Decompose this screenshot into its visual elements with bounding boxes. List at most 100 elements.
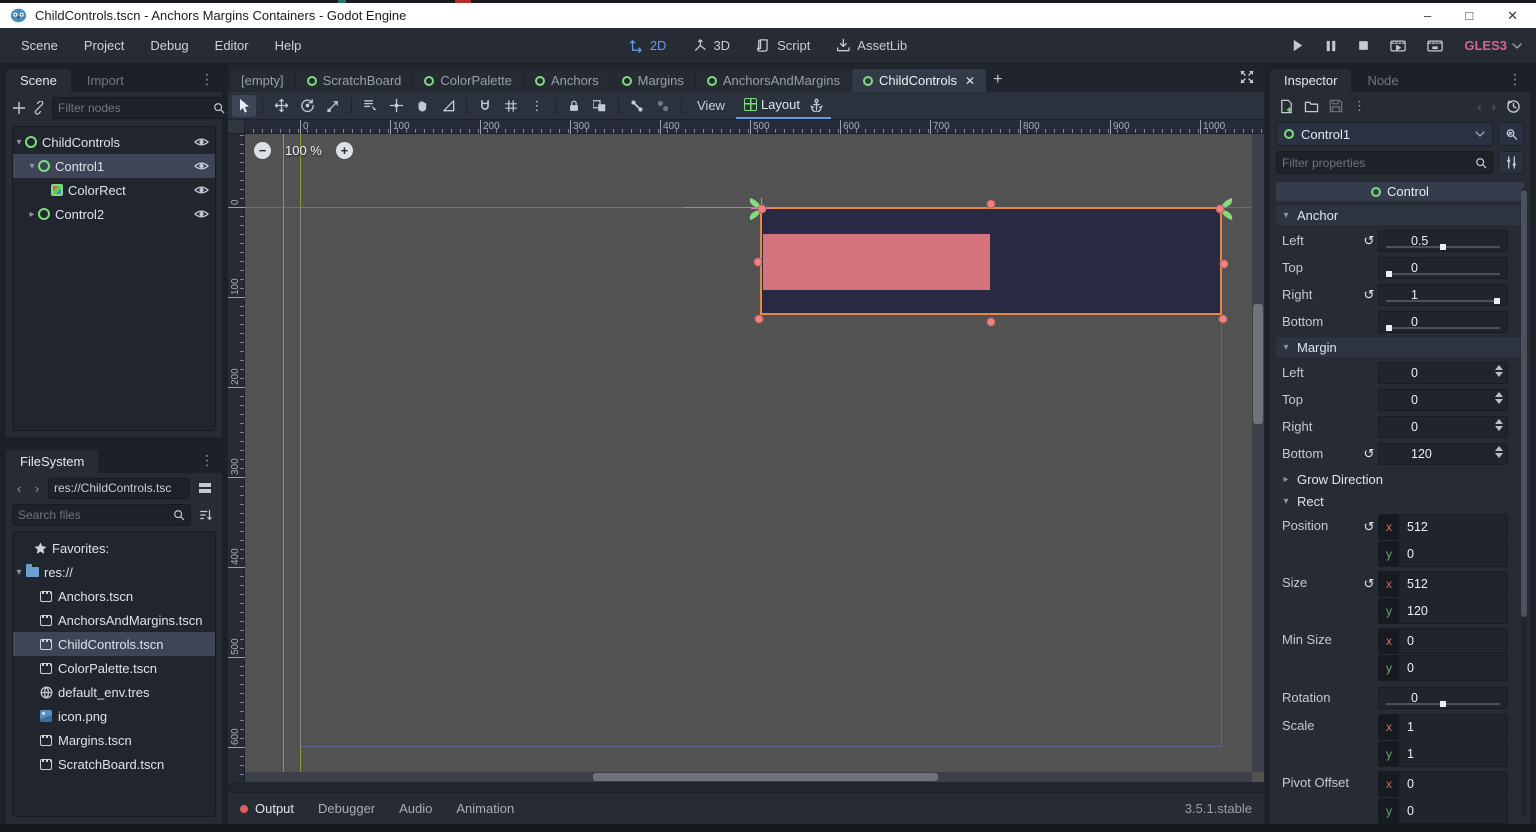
position-y-field[interactable]: y 0	[1378, 541, 1508, 567]
chevron-down-icon[interactable]: ▾	[26, 161, 38, 172]
inspector-scrollbar[interactable]	[1521, 188, 1527, 816]
fs-root-row[interactable]: ▾ res://	[13, 560, 215, 584]
play-icon[interactable]	[1291, 39, 1304, 52]
animation-button[interactable]: Animation	[456, 801, 514, 816]
play-scene-icon[interactable]	[1390, 39, 1407, 53]
menu-help[interactable]: Help	[262, 28, 315, 63]
scene-tab-anchorsandmargins[interactable]: AnchorsAndMargins	[695, 69, 851, 92]
smart-snap-button[interactable]	[473, 95, 497, 117]
spinner[interactable]	[1495, 364, 1503, 377]
layout-menu-button[interactable]: Layout	[735, 93, 831, 119]
section-margin[interactable]: ▾ Margin	[1276, 337, 1524, 357]
stop-icon[interactable]	[1358, 40, 1369, 51]
scene-tab-colorpalette[interactable]: ColorPalette	[413, 69, 523, 92]
section-grow-direction[interactable]: ▸ Grow Direction	[1276, 469, 1524, 489]
spinner[interactable]	[1495, 418, 1503, 431]
instance-scene-button[interactable]	[32, 97, 46, 119]
history-forward-icon[interactable]: ›	[1492, 99, 1496, 114]
position-x-field[interactable]: x 512	[1378, 514, 1508, 540]
ruler-tool-button[interactable]	[436, 95, 460, 117]
slider[interactable]	[1386, 700, 1500, 707]
tab-node[interactable]: Node	[1353, 69, 1412, 92]
history-icon[interactable]	[1506, 99, 1521, 114]
skeleton-options-button[interactable]	[625, 95, 649, 117]
save-resource-icon[interactable]	[1329, 99, 1343, 113]
play-custom-scene-icon[interactable]	[1427, 39, 1444, 53]
resize-handle-bottom[interactable]	[986, 317, 996, 327]
snap-options-button[interactable]: ⋮	[525, 95, 549, 117]
2d-viewport[interactable]: 0 100 200 300 400 500 600 700 800 900 10…	[228, 120, 1264, 792]
scene-tab-childcontrols[interactable]: ChildControls ✕	[851, 69, 987, 92]
margin-bottom-field[interactable]: 120	[1378, 442, 1508, 465]
pivot-offset-y-field[interactable]: y 0	[1378, 798, 1508, 824]
dock-menu-icon[interactable]: ⋮	[1508, 71, 1530, 92]
rotation-field[interactable]: 0	[1378, 686, 1508, 709]
canvas-vscrollbar[interactable]	[1252, 134, 1264, 772]
minimize-icon[interactable]: –	[1424, 8, 1431, 24]
maximize-icon[interactable]: □	[1465, 8, 1473, 24]
visibility-icon[interactable]	[191, 184, 211, 196]
min-size-y-field[interactable]: y 0	[1378, 655, 1508, 681]
pivot-tool-button[interactable]	[384, 95, 408, 117]
anchor-bottom-field[interactable]: 0	[1378, 310, 1508, 333]
fs-split-mode-icon[interactable]	[194, 477, 216, 499]
scrollbar-thumb[interactable]	[1521, 190, 1527, 618]
menu-scene[interactable]: Scene	[8, 28, 71, 63]
resize-handle-tr[interactable]	[1215, 204, 1225, 214]
margin-right-field[interactable]: 0	[1378, 415, 1508, 438]
colorrect-node-rect[interactable]	[763, 234, 990, 290]
fs-file-row[interactable]: icon.png	[13, 704, 215, 728]
view-menu-button[interactable]: View	[688, 93, 734, 119]
rotate-tool-button[interactable]	[295, 95, 319, 117]
move-tool-button[interactable]	[269, 95, 293, 117]
visibility-icon[interactable]	[191, 136, 211, 148]
scrollbar-thumb[interactable]	[593, 773, 938, 781]
dock-menu-icon[interactable]: ⋮	[200, 71, 222, 92]
canvas-hscrollbar[interactable]	[245, 772, 1252, 782]
tree-row-colorrect[interactable]: ColorRect	[13, 178, 215, 202]
fs-file-row[interactable]: ColorPalette.tscn	[13, 656, 215, 680]
fs-back-icon[interactable]: ‹	[12, 481, 26, 496]
select-tool-button[interactable]	[232, 94, 256, 117]
anchor-right-field[interactable]: 1	[1378, 283, 1508, 306]
menu-editor[interactable]: Editor	[202, 28, 262, 63]
pan-tool-button[interactable]	[410, 95, 434, 117]
scale-y-field[interactable]: y 1	[1378, 741, 1508, 767]
list-select-tool-button[interactable]	[358, 95, 382, 117]
audio-button[interactable]: Audio	[399, 801, 432, 816]
fs-file-row[interactable]: Margins.tscn	[13, 728, 215, 752]
tree-row-childcontrols[interactable]: ▾ ChildControls	[13, 130, 215, 154]
fs-file-row-selected[interactable]: ChildControls.tscn	[13, 632, 215, 656]
margin-top-field[interactable]: 0	[1378, 388, 1508, 411]
resize-handle-bl[interactable]	[754, 314, 764, 324]
scrollbar-thumb[interactable]	[1253, 304, 1263, 424]
workspace-2d-button[interactable]: 2D	[629, 38, 666, 53]
fs-forward-icon[interactable]: ›	[30, 481, 44, 496]
tab-inspector[interactable]: Inspector	[1270, 69, 1352, 92]
workspace-3d-button[interactable]: 3D	[692, 38, 730, 53]
debugger-button[interactable]: Debugger	[318, 801, 375, 816]
tree-row-control1[interactable]: ▾ Control1	[13, 154, 215, 178]
revert-icon[interactable]: ↺	[1360, 446, 1378, 462]
new-scene-tab-button[interactable]: +	[987, 71, 1010, 92]
filter-properties-input[interactable]	[1282, 155, 1475, 170]
fs-file-row[interactable]: default_env.tres	[13, 680, 215, 704]
margin-left-field[interactable]: 0	[1378, 361, 1508, 384]
fs-file-row[interactable]: Anchors.tscn	[13, 584, 215, 608]
zoom-level[interactable]: 100 %	[285, 143, 322, 158]
scale-tool-button[interactable]	[321, 95, 345, 117]
slider[interactable]	[1386, 324, 1500, 331]
spinner[interactable]	[1495, 445, 1503, 458]
add-node-button[interactable]	[12, 97, 26, 119]
distraction-free-icon[interactable]	[1240, 70, 1254, 92]
resize-handle-left[interactable]	[753, 257, 763, 267]
chevron-down-icon[interactable]: ▾	[13, 137, 25, 148]
resize-handle-br[interactable]	[1218, 314, 1228, 324]
chevron-right-icon[interactable]: ▸	[26, 209, 38, 220]
anchor-left-field[interactable]: 0.5	[1378, 229, 1508, 252]
open-docs-button[interactable]	[1498, 122, 1524, 146]
workspace-assetlib-button[interactable]: AssetLib	[836, 38, 907, 53]
menu-debug[interactable]: Debug	[137, 28, 201, 63]
section-anchor[interactable]: ▾ Anchor	[1276, 205, 1524, 225]
tab-import[interactable]: Import	[73, 69, 138, 92]
